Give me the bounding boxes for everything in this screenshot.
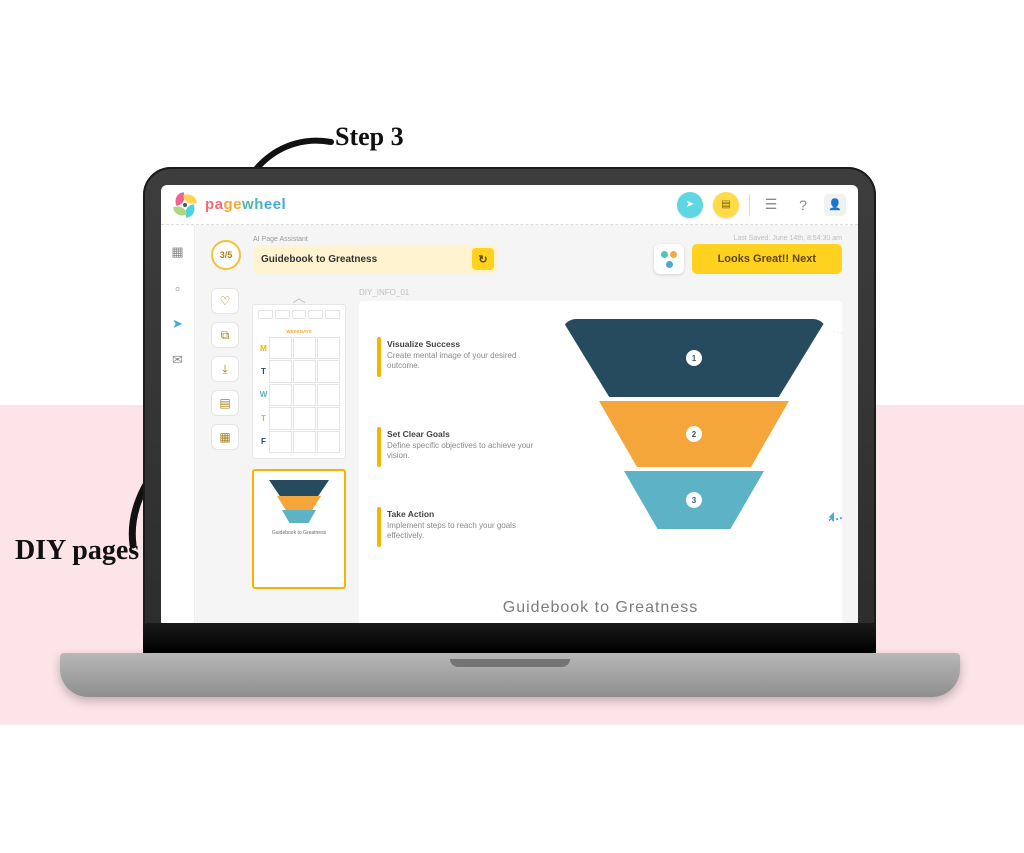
- user-avatar[interactable]: 👤: [824, 194, 846, 216]
- stage-1-text: Visualize Success Create mental image of…: [387, 339, 542, 372]
- canvas-id-label: DIY_INFO_01: [359, 288, 842, 297]
- last-saved-text: Last Saved: June 14th, 8:54:30 am: [733, 235, 842, 242]
- grid-icon: ▦: [171, 244, 183, 260]
- ai-assistant-label: AI Page Assistant: [253, 236, 498, 243]
- stage-2-desc: Define specific objectives to achieve yo…: [387, 441, 542, 462]
- top-bar-right: ➤ ▤ ☰ ? 👤: [677, 192, 846, 218]
- brand-wordmark: pagewheel: [205, 196, 286, 213]
- weekday-T: T: [258, 367, 269, 376]
- rocket-icon: ➤: [686, 199, 694, 210]
- funnel-dot-1: 1: [686, 350, 702, 366]
- avatar-icon: 👤: [828, 198, 842, 211]
- title-input[interactable]: [261, 254, 466, 265]
- color-theme-button[interactable]: [654, 244, 684, 274]
- canvas-area: DIY_INFO_01 Visualize Success Create men…: [359, 288, 842, 627]
- funnel-dot-3: 3: [686, 492, 702, 508]
- elements-icon: ▦: [219, 430, 230, 444]
- flow-arrow-icon: [829, 331, 842, 521]
- annotation-step3-label: Step 3: [335, 122, 404, 152]
- thumbs-scroll-up[interactable]: ︿: [292, 288, 305, 304]
- header-row: 3/5 AI Page Assistant ↻: [211, 235, 842, 274]
- thumbnail-column: ︿ WEEKDAYS M T W T: [249, 288, 349, 627]
- ai-assistant-block: AI Page Assistant ↻: [253, 236, 498, 273]
- nav-pages[interactable]: ▫: [169, 279, 187, 297]
- stage-3-text: Take Action Implement steps to reach you…: [387, 509, 542, 542]
- tool-elements[interactable]: ▦: [211, 424, 239, 450]
- stage-3-title: Take Action: [387, 509, 542, 519]
- heart-icon: ♡: [220, 294, 231, 308]
- nav-mail[interactable]: ✉: [169, 351, 187, 369]
- stage-1-desc: Create mental image of your desired outc…: [387, 351, 542, 372]
- menu-button[interactable]: ☰: [760, 194, 782, 216]
- main-area: 3/5 AI Page Assistant ↻: [195, 225, 858, 627]
- page-icon: ▤: [721, 199, 730, 210]
- next-button-label: Looks Great!! Next: [718, 253, 816, 265]
- top-bar: pagewheel ➤ ▤ ☰ ? 👤: [161, 185, 858, 225]
- next-button[interactable]: Looks Great!! Next: [692, 244, 842, 274]
- funnel-dot-2: 2: [686, 426, 702, 442]
- canvas[interactable]: Visualize Success Create mental image of…: [359, 301, 842, 627]
- rocket-icon: ➤: [172, 316, 183, 332]
- help-icon: ?: [799, 197, 807, 213]
- copy-icon: ⧉: [221, 328, 230, 343]
- mini-funnel-icon: [269, 480, 329, 523]
- page-thumb-1[interactable]: WEEKDAYS M T W T F: [252, 304, 346, 459]
- stage-3-desc: Implement steps to reach your goals effe…: [387, 521, 542, 542]
- divider: [749, 194, 750, 216]
- tool-column: ♡ ⧉ ⤓ ▤ ▦: [211, 288, 239, 627]
- app-body: ▦ ▫ ➤ ✉ 3/5 AI Page Assistant: [161, 225, 858, 627]
- stage-2-title: Set Clear Goals: [387, 429, 542, 439]
- stage-2-text: Set Clear Goals Define specific objectiv…: [387, 429, 542, 462]
- left-rail: ▦ ▫ ➤ ✉: [161, 225, 195, 627]
- tool-pages[interactable]: ▤: [211, 390, 239, 416]
- chevron-up-icon: ︿: [292, 287, 305, 306]
- refresh-icon: ↻: [478, 253, 487, 266]
- regenerate-button[interactable]: ↻: [472, 248, 494, 270]
- funnel-graphic: 1 2 3: [554, 319, 834, 529]
- download-icon: ⤓: [222, 362, 227, 377]
- laptop-bezel: pagewheel ➤ ▤ ☰ ? 👤: [143, 167, 876, 657]
- pages-icon: ▤: [219, 396, 230, 410]
- upgrade-button[interactable]: ➤: [677, 192, 703, 218]
- step-progress-text: 3/5: [220, 250, 233, 260]
- file-icon: ▫: [175, 281, 180, 296]
- page-thumb-2[interactable]: Guidebook to Greatness: [252, 469, 346, 589]
- palette-icon: [660, 250, 678, 268]
- templates-button[interactable]: ▤: [713, 192, 739, 218]
- weekday-T2: T: [258, 414, 269, 423]
- stage-1-title: Visualize Success: [387, 339, 542, 349]
- weekday-F: F: [258, 437, 269, 446]
- help-button[interactable]: ?: [792, 194, 814, 216]
- tool-favorite[interactable]: ♡: [211, 288, 239, 314]
- step-progress-badge[interactable]: 3/5: [211, 240, 241, 270]
- laptop-hinge: [143, 623, 876, 653]
- nav-launch[interactable]: ➤: [169, 315, 187, 333]
- workspace: ♡ ⧉ ⤓ ▤ ▦ ︿ WEEKDAYS: [211, 288, 842, 627]
- brand-logo-icon: [173, 193, 197, 217]
- app-screen: pagewheel ➤ ▤ ☰ ? 👤: [161, 185, 858, 627]
- title-input-wrap: ↻: [253, 245, 498, 273]
- canvas-title: Guidebook to Greatness: [359, 599, 842, 617]
- tool-download[interactable]: ⤓: [211, 356, 239, 382]
- list-icon: ☰: [765, 196, 778, 213]
- header-right: Last Saved: June 14th, 8:54:30 am Looks …: [654, 235, 842, 274]
- laptop-base: [60, 653, 960, 697]
- tool-duplicate[interactable]: ⧉: [211, 322, 239, 348]
- mail-icon: ✉: [172, 352, 183, 368]
- weekday-M: M: [258, 344, 269, 353]
- nav-dashboard[interactable]: ▦: [169, 243, 187, 261]
- laptop-mockup: pagewheel ➤ ▤ ☰ ? 👤: [60, 167, 960, 697]
- thumb2-caption: Guidebook to Greatness: [259, 530, 339, 536]
- weekday-W: W: [258, 390, 269, 399]
